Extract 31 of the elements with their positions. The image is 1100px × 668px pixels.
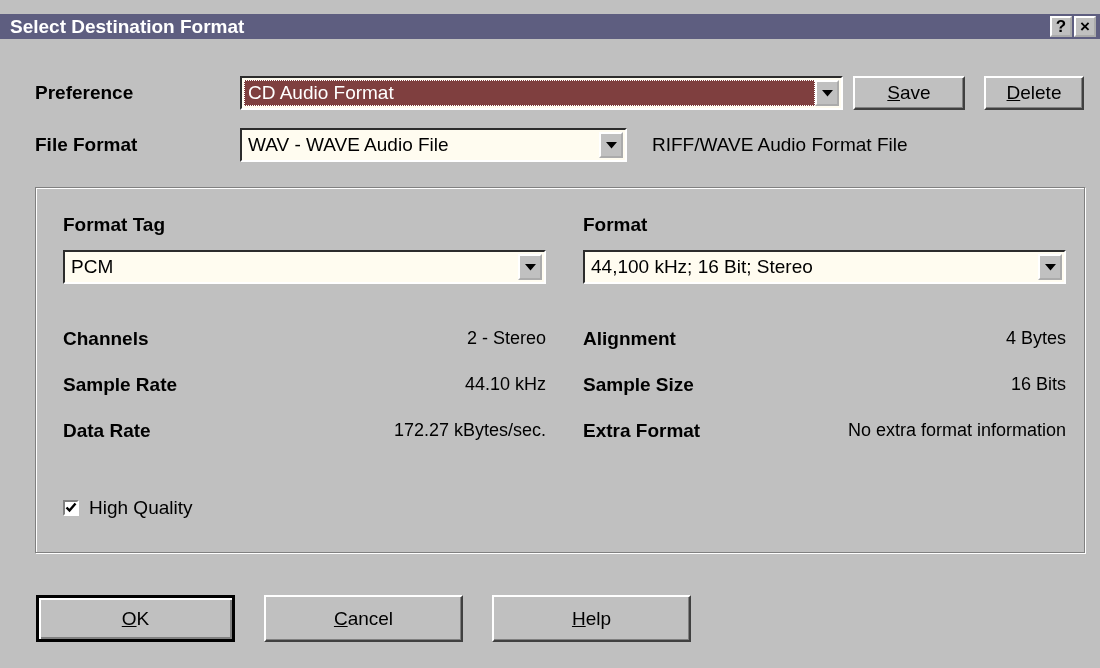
detail-label: Extra Format: [583, 419, 701, 442]
detail-label: Alignment: [583, 327, 676, 350]
ok-button[interactable]: OK: [36, 595, 235, 642]
preference-label: Preference: [35, 82, 135, 104]
format-dropdown[interactable]: 44,100 kHz; 16 Bit; Stereo: [583, 250, 1066, 284]
help-button[interactable]: Help: [492, 595, 691, 642]
detail-label: Channels: [63, 327, 149, 350]
format-tag-dropdown[interactable]: PCM: [63, 250, 546, 284]
file-format-dropdown[interactable]: WAV - WAVE Audio File: [240, 128, 627, 162]
format-description: RIFF/WAVE Audio Format File: [652, 134, 908, 156]
detail-label: Sample Rate: [63, 373, 178, 396]
detail-value: 172.27 kBytes/sec.: [393, 420, 546, 441]
detail-value: 16 Bits: [1010, 374, 1066, 395]
delete-button[interactable]: Delete: [984, 76, 1084, 110]
detail-value: 4 Bytes: [1005, 328, 1066, 349]
cancel-button[interactable]: Cancel: [264, 595, 463, 642]
file-format-label: File Format: [35, 134, 139, 156]
help-button[interactable]: ?: [1050, 16, 1072, 37]
detail-value: No extra format information: [847, 420, 1066, 441]
checkbox[interactable]: [63, 500, 79, 516]
detail-label: Sample Size: [583, 373, 694, 396]
window-title: Select Destination Format: [10, 15, 245, 38]
detail-value: 44.10 kHz: [464, 374, 546, 395]
preference-dropdown[interactable]: CD Audio Format: [240, 76, 843, 110]
detail-value: 2 - Stereo: [466, 328, 546, 349]
checkbox-label[interactable]: High Quality: [89, 497, 193, 519]
format-label: Format: [583, 214, 649, 236]
format-tag-label: Format Tag: [63, 214, 167, 236]
detail-label: Data Rate: [63, 419, 151, 442]
close-button[interactable]: ×: [1074, 16, 1096, 37]
save-button[interactable]: Save: [853, 76, 965, 110]
